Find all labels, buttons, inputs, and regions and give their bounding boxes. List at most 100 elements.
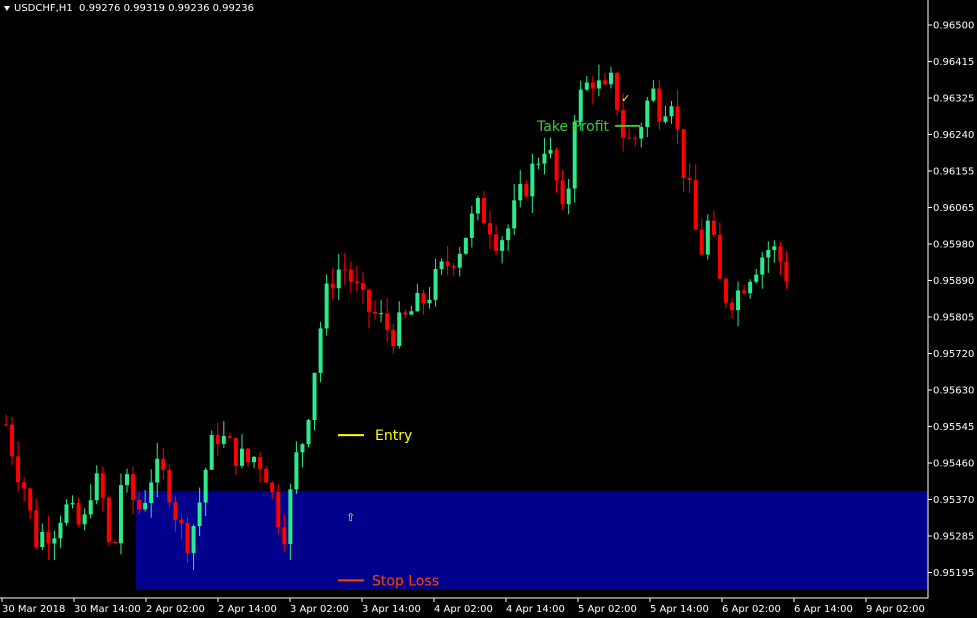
bull-candle (651, 88, 656, 101)
bear-candle (385, 313, 390, 331)
bear-candle (342, 269, 347, 271)
bull-candle (433, 268, 438, 300)
bull-candle (506, 228, 511, 241)
bear-candle (179, 519, 184, 523)
bull-candle (312, 372, 317, 421)
bull-candle (191, 526, 196, 554)
y-tick-label: 0.95545 (933, 422, 974, 433)
y-tick-label: 0.96155 (933, 167, 974, 178)
bull-candle (58, 522, 63, 539)
bull-candle (197, 502, 202, 527)
bull-candle (457, 253, 462, 268)
bear-candle (264, 468, 269, 483)
bear-candle (276, 492, 281, 528)
bear-candle (421, 292, 426, 304)
symbol-label: USDCHF,H1 (14, 3, 73, 14)
bull-candle (209, 435, 214, 470)
dropdown-triangle-icon[interactable] (4, 5, 10, 11)
bull-candle (70, 503, 75, 505)
bull-candle (397, 312, 402, 347)
bull-candle (155, 458, 160, 483)
bear-candle (76, 503, 81, 525)
bear-candle (445, 261, 450, 266)
y-tick-label: 0.95460 (933, 459, 974, 470)
y-tick-label: 0.96240 (933, 130, 974, 141)
bear-candle (367, 289, 371, 312)
x-tick-label: 5 Apr 02:00 (578, 604, 637, 615)
bear-candle (282, 527, 287, 544)
y-tick-label: 0.95980 (933, 240, 974, 251)
bear-candle (360, 282, 365, 290)
price-chart[interactable]: Take Profit ✓ Entry ⇧ Stop Loss 0.96500 0.964… (0, 0, 977, 618)
bull-candle (336, 269, 341, 289)
bull-candle (40, 531, 45, 548)
bear-candle (693, 179, 698, 230)
x-tick-label: 9 Apr 02:00 (866, 604, 925, 615)
bull-candle (415, 292, 420, 312)
y-tick-label: 0.96500 (933, 21, 974, 32)
bull-candle (469, 213, 474, 238)
bull-candle (566, 188, 571, 205)
bull-candle (705, 220, 710, 255)
bear-candle (560, 180, 565, 205)
bear-candle (681, 129, 686, 178)
bull-candle (463, 237, 468, 254)
bull-candle (536, 163, 541, 165)
bull-candle (609, 72, 613, 85)
bull-candle (203, 469, 208, 503)
bear-candle (778, 246, 783, 262)
y-tick-label: 0.96415 (933, 57, 974, 68)
bull-candle (500, 240, 505, 251)
bear-candle (10, 424, 15, 457)
bear-candle (602, 80, 607, 85)
bull-candle (252, 456, 257, 463)
x-tick-label: 30 Mar 14:00 (74, 604, 141, 615)
take-profit-label: Take Profit (536, 119, 610, 135)
bull-candle (512, 200, 517, 229)
bull-candle (318, 328, 323, 373)
bear-candle (112, 541, 117, 544)
bear-candle (730, 302, 734, 311)
up-arrow-icon: ⇧ (346, 511, 355, 524)
bear-candle (137, 499, 142, 510)
bull-candle (772, 246, 777, 250)
stop-loss-label: Stop Loss (372, 573, 439, 589)
bear-candle (590, 82, 595, 89)
bear-candle (270, 482, 275, 493)
bull-candle (221, 435, 226, 444)
bear-candle (330, 283, 335, 289)
bear-candle (233, 437, 238, 466)
bear-candle (391, 330, 396, 347)
bear-candle (657, 88, 662, 122)
bear-candle (494, 234, 499, 251)
x-tick-label: 2 Apr 02:00 (146, 604, 205, 615)
bear-candle (354, 281, 359, 283)
x-tick-label: 6 Apr 14:00 (794, 604, 853, 615)
bull-candle (548, 149, 553, 154)
bear-candle (742, 290, 747, 294)
bull-candle (294, 452, 299, 490)
x-tick-label: 6 Apr 02:00 (722, 604, 781, 615)
bear-candle (711, 220, 716, 235)
bear-candle (185, 522, 190, 554)
bear-candle (687, 177, 692, 180)
bear-candle (675, 106, 680, 130)
x-tick-label: 4 Apr 02:00 (434, 604, 493, 615)
bull-candle (475, 198, 480, 214)
bear-candle (106, 497, 111, 542)
x-tick-label: 4 Apr 14:00 (506, 604, 565, 615)
symbol-info: USDCHF,H1 0.99276 0.99319 0.99236 0.9923… (4, 3, 254, 14)
bull-candle (578, 89, 583, 122)
bear-candle (554, 149, 559, 181)
bull-candle (324, 283, 329, 329)
bear-candle (167, 469, 172, 503)
bear-candle (22, 482, 27, 489)
bull-candle (125, 474, 129, 486)
bull-candle (736, 290, 741, 311)
stop-loss-zone (136, 490, 928, 590)
bull-candle (645, 100, 650, 128)
bull-candle (149, 482, 154, 503)
bull-candle (409, 311, 414, 315)
bull-candle (663, 116, 668, 122)
x-tick-label: 2 Apr 14:00 (218, 604, 277, 615)
